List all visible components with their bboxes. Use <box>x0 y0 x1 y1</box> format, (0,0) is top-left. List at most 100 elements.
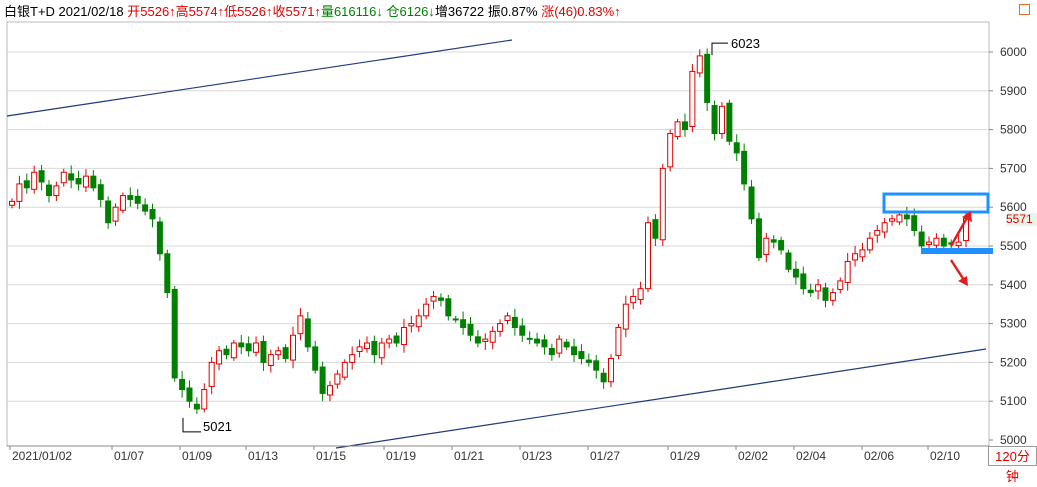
low-marker-line <box>182 417 201 433</box>
candle-body <box>711 105 718 134</box>
candle <box>918 225 925 251</box>
candle-body <box>245 343 252 352</box>
low-marker-label: 5021 <box>203 419 232 434</box>
candle-body <box>119 195 126 211</box>
candle <box>97 179 104 208</box>
high-marker-label: 6023 <box>731 36 760 51</box>
candle <box>445 294 452 321</box>
candle-body <box>105 200 112 224</box>
candle <box>622 295 629 338</box>
candle-body <box>844 261 851 283</box>
candle <box>82 169 89 193</box>
support-bar <box>921 248 993 254</box>
candle <box>31 165 38 194</box>
candle <box>60 168 67 187</box>
candle <box>748 180 755 224</box>
candle <box>578 344 585 365</box>
upper-trendline <box>6 39 513 117</box>
candle-body <box>68 173 75 181</box>
candle <box>16 175 23 209</box>
candle-body <box>837 280 844 290</box>
candle <box>164 249 171 298</box>
period-selector[interactable]: 120分钟 <box>988 446 1037 484</box>
candle-body <box>733 142 740 154</box>
candle-body <box>807 289 814 294</box>
candle-body <box>238 342 245 348</box>
candle <box>297 308 304 341</box>
candle <box>112 203 119 226</box>
candle-body <box>460 319 467 328</box>
candle-body <box>445 298 452 317</box>
candle-body <box>149 209 156 220</box>
candle <box>571 338 578 363</box>
x-tick-label: 01/15 <box>316 449 346 463</box>
candle <box>253 336 260 357</box>
x-tick-label: 01/19 <box>386 449 416 463</box>
candle-body <box>630 295 637 304</box>
candle <box>430 291 437 309</box>
candle-body <box>393 335 400 344</box>
candle <box>334 370 341 389</box>
candle-body <box>378 342 385 359</box>
candle-body <box>889 218 896 222</box>
y-tick-label: 5200 <box>1000 355 1027 369</box>
candle-body <box>859 249 866 258</box>
candle <box>245 336 252 357</box>
candle-body <box>637 288 644 301</box>
candle <box>363 336 370 353</box>
y-tick-label: 5100 <box>1000 394 1027 408</box>
candle-body <box>467 323 474 336</box>
x-tick-label: 2021/01/02 <box>12 449 72 463</box>
candle-body <box>926 241 933 245</box>
candle-body <box>593 360 600 371</box>
candle-body <box>260 340 267 363</box>
candle <box>393 332 400 347</box>
candle <box>267 349 274 373</box>
candle-body <box>230 342 237 359</box>
candle-body <box>134 195 141 204</box>
candle-body <box>681 121 688 131</box>
x-tick-label: 01/13 <box>248 449 278 463</box>
candle-body <box>75 177 82 185</box>
candle-body <box>474 336 481 344</box>
candle-body <box>45 184 52 197</box>
down-arrow-line <box>949 259 966 281</box>
candle-body <box>778 240 785 251</box>
x-tick-label: 02/04 <box>796 449 826 463</box>
candle <box>615 323 622 360</box>
candle <box>156 216 163 261</box>
x-tick-label: 02/06 <box>864 449 894 463</box>
candle <box>105 196 112 229</box>
candle-body <box>156 221 163 255</box>
candle <box>356 339 363 358</box>
candle-body <box>696 55 703 74</box>
candle-body <box>253 342 260 353</box>
candles <box>9 48 969 415</box>
candle-body <box>563 341 570 348</box>
candle <box>134 188 141 210</box>
candle <box>718 102 725 139</box>
candle-body <box>423 303 430 317</box>
candle-body <box>815 284 822 292</box>
candle-body <box>785 252 792 270</box>
candle <box>667 129 674 172</box>
candle <box>378 337 385 365</box>
y-tick-label: 6000 <box>1000 45 1027 59</box>
candle <box>645 216 651 293</box>
x-tick-label: 02/10 <box>930 449 960 463</box>
candle <box>223 345 230 360</box>
candle <box>349 346 356 370</box>
candle-body <box>489 330 496 343</box>
candle-body <box>201 389 208 410</box>
candle-body <box>9 200 15 206</box>
x-tick-label: 02/02 <box>738 449 768 463</box>
candlestick-chart: 6000590058005700560055005400530052005100… <box>6 21 1027 463</box>
candle <box>208 356 215 395</box>
candle-body <box>31 171 38 190</box>
candle-body <box>903 214 910 220</box>
candle <box>593 355 600 379</box>
candle <box>142 198 149 216</box>
candle-body <box>267 354 274 367</box>
candle-body <box>53 185 60 197</box>
candle-body <box>97 184 104 200</box>
